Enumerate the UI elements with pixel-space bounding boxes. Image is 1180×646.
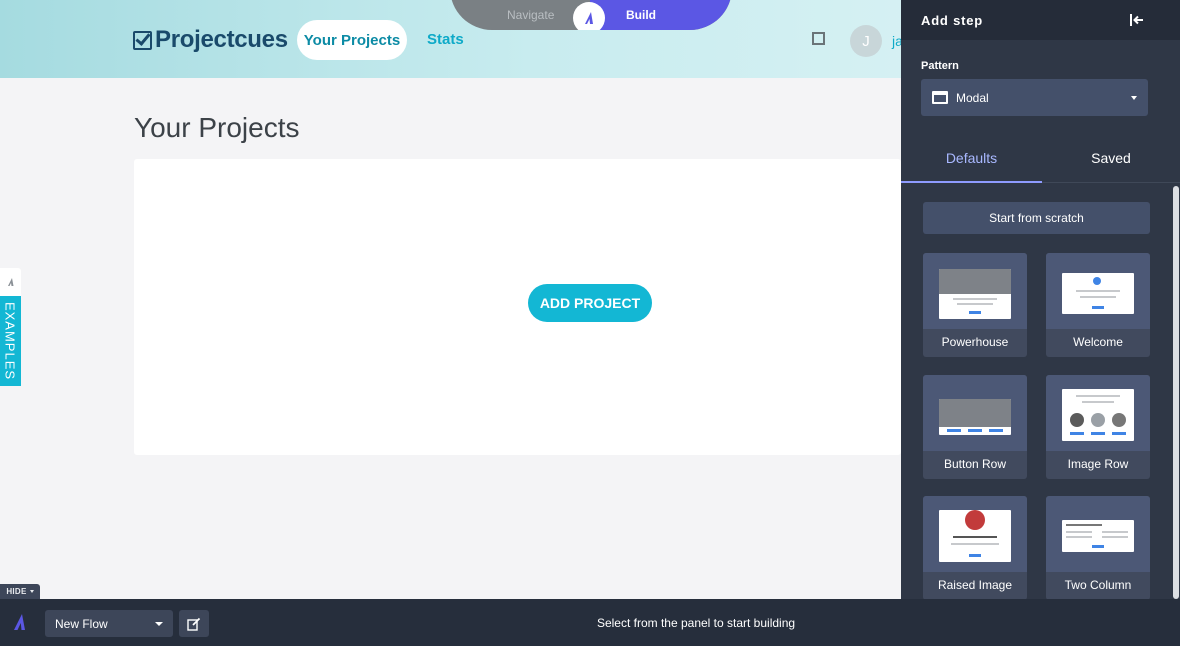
page-title: Your Projects xyxy=(134,112,300,143)
pattern-select[interactable]: Modal xyxy=(921,79,1148,116)
template-label: Powerhouse xyxy=(941,335,1009,349)
tab-saved[interactable]: Saved xyxy=(1042,150,1180,166)
panel-title: Add step xyxy=(921,13,984,28)
template-thumbnail xyxy=(1046,375,1150,451)
collapse-panel-icon[interactable] xyxy=(1129,12,1145,28)
examples-tab-label: EXAMPLES xyxy=(2,301,18,381)
template-thumbnail xyxy=(1046,496,1150,572)
hide-toolbar-button[interactable]: HIDE xyxy=(0,584,40,599)
template-thumbnail xyxy=(923,375,1027,451)
template-label: Welcome xyxy=(1073,335,1123,349)
template-powerhouse[interactable]: Powerhouse xyxy=(923,253,1027,357)
template-thumbnail xyxy=(923,496,1027,572)
template-label: Image Row xyxy=(1067,457,1129,471)
template-two-column[interactable]: Two Column xyxy=(1046,496,1150,600)
projects-card xyxy=(134,159,901,455)
tab-defaults[interactable]: Defaults xyxy=(901,150,1042,166)
square-icon[interactable] xyxy=(812,32,825,45)
chevron-down-icon xyxy=(1131,96,1137,100)
status-message: Select from the panel to start building xyxy=(596,616,796,630)
examples-icon[interactable] xyxy=(0,268,21,296)
builder-toolbar: New Flow Select from the panel to start … xyxy=(0,599,1180,646)
mode-build-icon[interactable] xyxy=(573,2,605,30)
hide-label: HIDE xyxy=(6,587,27,596)
active-tab-indicator xyxy=(901,181,1042,183)
template-raised-image[interactable]: Raised Image xyxy=(923,496,1027,600)
chevron-down-icon xyxy=(29,590,34,593)
template-button-row[interactable]: Button Row xyxy=(923,375,1027,479)
mode-build-label[interactable]: Build xyxy=(626,8,656,22)
panel-scrollbar[interactable] xyxy=(1173,186,1179,599)
logo-text: Projectcues xyxy=(155,26,288,53)
logo-check-icon xyxy=(133,30,152,50)
pattern-label: Pattern xyxy=(921,60,959,72)
template-label: Button Row xyxy=(943,457,1007,471)
template-label: Raised Image xyxy=(937,578,1013,592)
logo[interactable]: Projectcues xyxy=(133,26,288,54)
add-step-panel: Add step Pattern Modal Defaults Saved St… xyxy=(901,0,1180,600)
modal-pattern-icon xyxy=(932,91,948,104)
nav-your-projects[interactable]: Your Projects xyxy=(297,20,407,60)
add-project-button[interactable]: ADD PROJECT xyxy=(528,284,652,322)
mode-navigate-label[interactable]: Navigate xyxy=(507,8,554,22)
nav-stats[interactable]: Stats xyxy=(427,31,464,48)
examples-tab[interactable]: EXAMPLES xyxy=(0,296,21,386)
template-label: Two Column xyxy=(1064,578,1132,592)
template-thumbnail xyxy=(1046,253,1150,329)
start-from-scratch-button[interactable]: Start from scratch xyxy=(923,202,1150,234)
mode-switch[interactable]: Navigate Build xyxy=(450,0,732,30)
pattern-value: Modal xyxy=(956,91,989,105)
template-image-row[interactable]: Image Row xyxy=(1046,375,1150,479)
template-welcome[interactable]: Welcome xyxy=(1046,253,1150,357)
panel-header: Add step xyxy=(901,0,1180,40)
avatar[interactable]: J xyxy=(850,25,882,57)
template-thumbnail xyxy=(923,253,1027,329)
